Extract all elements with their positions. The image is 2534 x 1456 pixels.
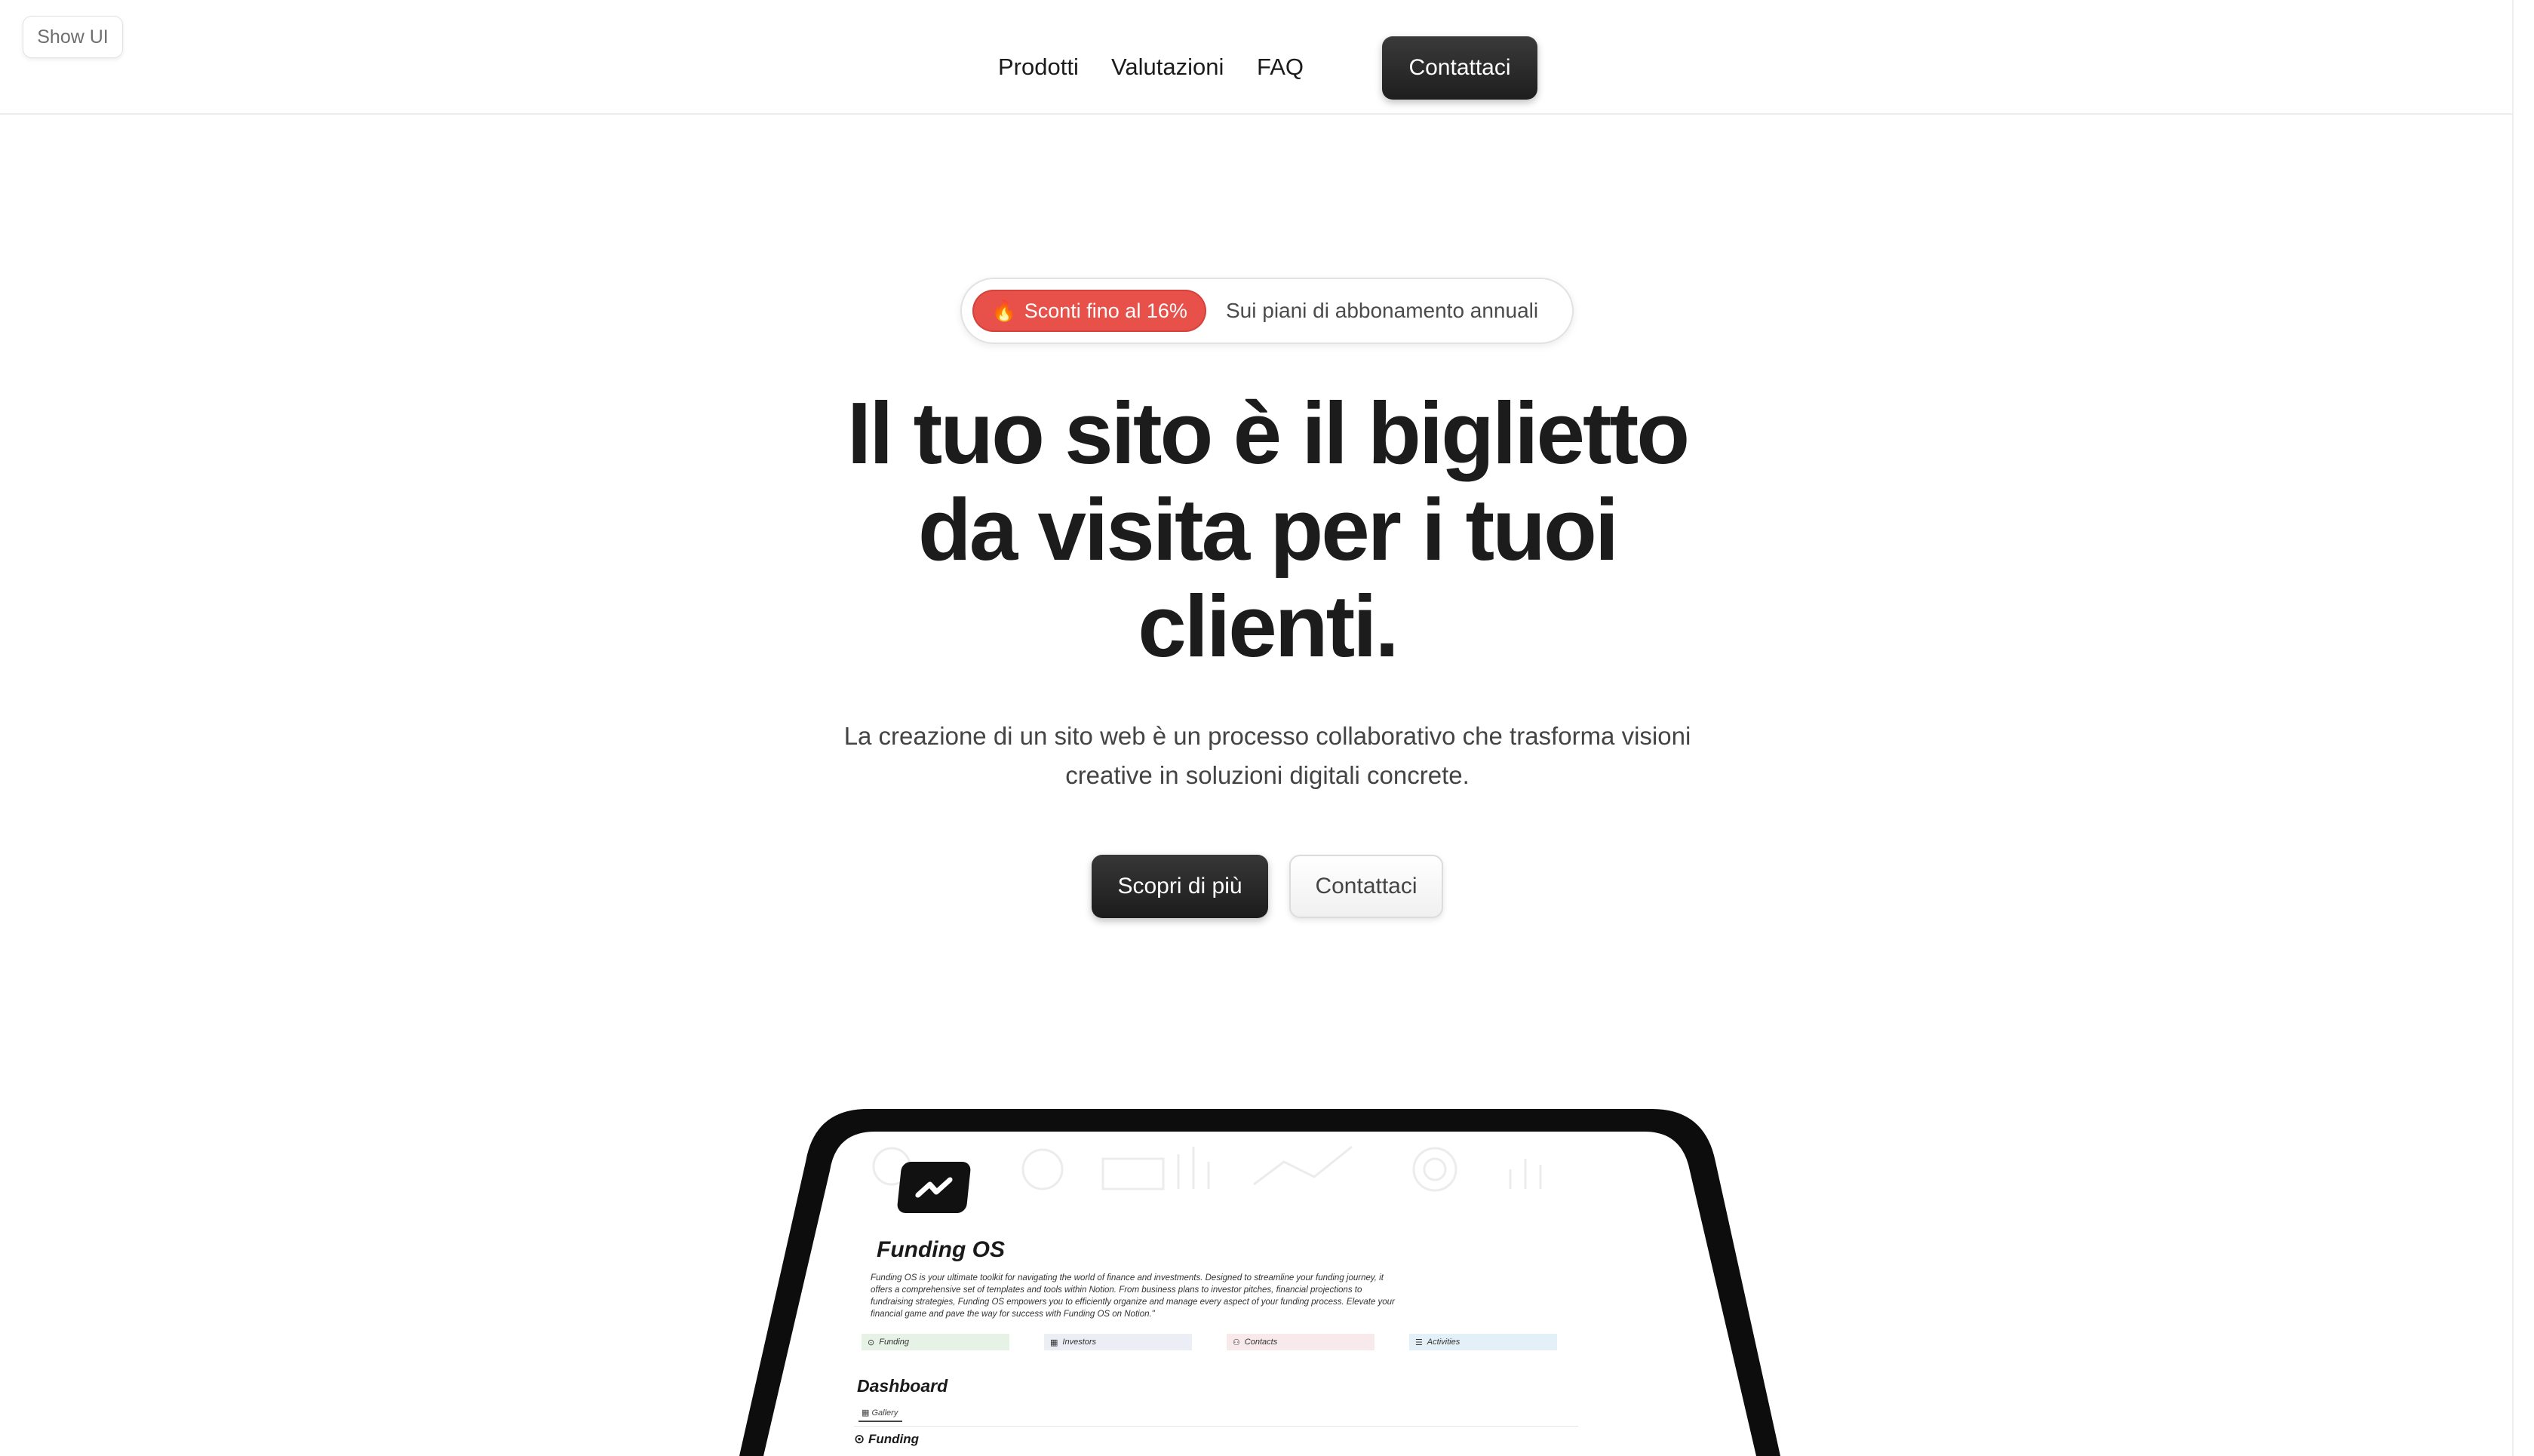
contact-button-hero[interactable]: Contattaci <box>1289 855 1443 918</box>
table-icon: ▦ <box>1050 1338 1058 1347</box>
learn-more-button[interactable]: Scopri di più <box>1092 855 1268 918</box>
fire-icon: 🔥 <box>991 299 1017 322</box>
funding-icon: ⊙ <box>868 1338 875 1347</box>
hero-subtitle-line: creative in soluzioni digitali concrete. <box>1065 761 1470 789</box>
tab-funding[interactable]: ⊙ Funding <box>862 1334 1009 1350</box>
chart-trend-icon <box>896 1162 972 1213</box>
discount-badge: 🔥 Sconti fino al 16% <box>972 290 1206 332</box>
contact-button-header[interactable]: Contattaci <box>1382 36 1537 100</box>
tab-label: Funding <box>879 1338 909 1347</box>
funding-heading: ⊙ Funding <box>854 1432 919 1447</box>
site-header: Prodotti Valutazioni FAQ Contattaci <box>0 0 2512 115</box>
doc-description-line: Funding OS is your ultimate toolkit for … <box>871 1273 1384 1282</box>
nav-link-faq[interactable]: FAQ <box>1257 50 1304 84</box>
promo-text: Sui piani di abbonamento annuali <box>1226 299 1539 322</box>
hero-subtitle: La creazione di un sito web è un process… <box>792 717 1743 795</box>
gallery-view-tab[interactable]: ▦ Gallery <box>858 1408 903 1422</box>
scrollbar[interactable] <box>2512 0 2534 1456</box>
tab-investors[interactable]: ▦ Investors <box>1044 1334 1192 1350</box>
nav-link-prodotti[interactable]: Prodotti <box>998 50 1079 84</box>
hero-title-line: clienti. <box>1138 577 1399 675</box>
hero-title: Il tuo sito è il biglietto da visita per… <box>739 385 1795 674</box>
doc-description-line: offers a comprehensive set of templates … <box>871 1286 1362 1295</box>
discount-badge-label: Sconti fino al 16% <box>1024 299 1187 322</box>
tab-label: Investors <box>1062 1338 1097 1347</box>
tab-contacts[interactable]: ⚇ Contacts <box>1227 1334 1375 1350</box>
contacts-icon: ⚇ <box>1233 1338 1240 1347</box>
doc-description-line: fundraising strategies, Funding OS empow… <box>871 1298 1395 1307</box>
list-icon: ☰ <box>1415 1338 1423 1347</box>
doc-description: Funding OS is your ultimate toolkit for … <box>871 1272 1550 1320</box>
nav-link-valutazioni[interactable]: Valutazioni <box>1111 50 1224 84</box>
tab-label: Contacts <box>1244 1338 1278 1347</box>
hero-subtitle-line: La creazione di un sito web è un process… <box>843 722 1691 750</box>
gallery-icon: ▦ <box>862 1408 870 1418</box>
promo-banner: 🔥 Sconti fino al 16% Sui piani di abbona… <box>960 278 1574 344</box>
doc-description-line: financial game and pave the way for succ… <box>871 1310 1155 1319</box>
funding-heading-label: Funding <box>868 1432 920 1446</box>
dashboard-title: Dashboard <box>857 1376 948 1396</box>
funding-icon: ⊙ <box>854 1432 865 1446</box>
tab-activities[interactable]: ☰ Activities <box>1409 1334 1557 1350</box>
divider <box>854 1426 1578 1427</box>
doc-title: Funding OS <box>877 1237 1005 1262</box>
app-preview: Funding OS Funding OS is your ultimate t… <box>839 1132 1654 1456</box>
hero-title-line: da visita per i tuoi <box>917 481 1619 579</box>
gallery-label: Gallery <box>871 1408 898 1418</box>
hero-title-line: Il tuo sito è il biglietto <box>846 384 1690 482</box>
tab-label: Activities <box>1427 1338 1461 1347</box>
